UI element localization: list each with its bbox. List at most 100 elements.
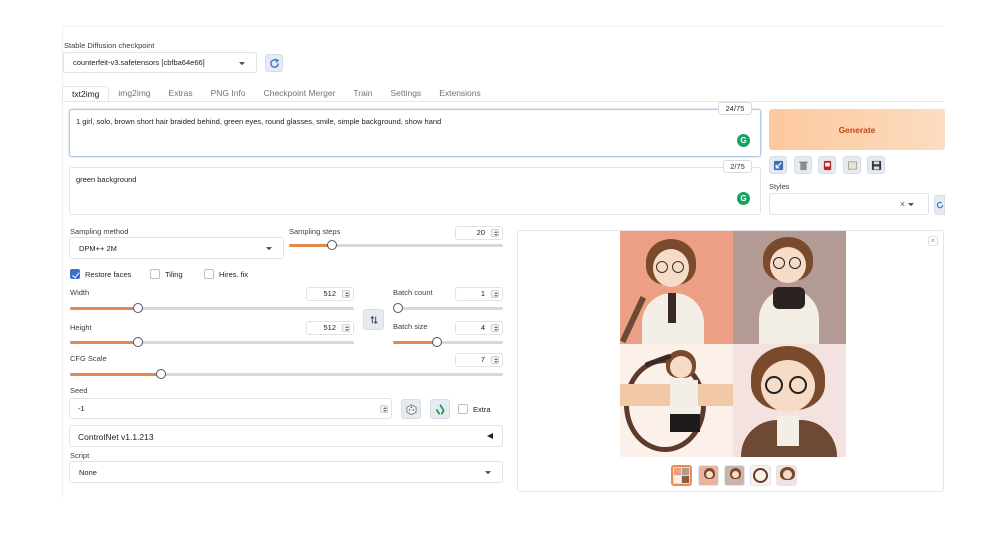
tab-png-info[interactable]: PNG Info [202,86,255,102]
tiling-label: Tiling [165,270,183,279]
sampling-steps-slider[interactable] [289,240,503,250]
close-icon[interactable]: × [928,236,938,246]
stepper-icon[interactable] [491,356,499,364]
grammarly-icon[interactable]: G [737,134,750,147]
stepper-icon[interactable] [342,290,350,298]
generated-image[interactable] [733,344,846,457]
restore-faces-checkbox[interactable] [70,269,80,279]
slider-fill [393,341,437,344]
gallery-thumbnail[interactable] [698,465,719,486]
checkpoint-value: counterfeit-v3.safetensors [cbfba64e66] [73,58,205,67]
save-icon [871,160,881,170]
gallery-thumbnail[interactable] [724,465,745,486]
sampling-method-select[interactable]: DPM++ 2M [69,237,284,259]
batch-size-input[interactable]: 4 [455,321,503,335]
styles-label: Styles [769,182,790,191]
seed-value: -1 [78,404,85,413]
reuse-seed-button[interactable] [430,399,450,419]
batch-count-value: 1 [480,289,485,298]
sampling-steps-label: Sampling steps [289,227,341,236]
refresh-checkpoint-button[interactable] [265,54,283,72]
sampling-method-value: DPM++ 2M [79,243,117,253]
generated-image[interactable] [620,344,733,457]
refresh-icon [936,201,943,209]
script-label: Script [70,451,90,460]
slider-fill [70,341,139,344]
dice-icon [406,404,416,415]
seed-label: Seed [70,386,88,395]
height-input[interactable]: 512 [306,321,354,335]
output-gallery: × [517,230,944,492]
stepper-icon[interactable] [491,324,499,332]
slider-thumb[interactable] [432,337,442,347]
clear-icon[interactable]: × [900,199,905,209]
gallery-thumbnail-grid[interactable] [671,465,692,486]
gallery-thumbnail[interactable] [776,465,797,486]
sampling-method-label: Sampling method [70,227,129,236]
tiling-checkbox[interactable] [150,269,160,279]
random-seed-button[interactable] [401,399,421,419]
stepper-icon[interactable] [342,324,350,332]
generated-image[interactable] [620,231,733,344]
script-select[interactable]: None [69,461,503,483]
apply-style-button[interactable] [843,156,861,174]
controlnet-accordion[interactable]: ControlNet v1.1.213 [69,425,503,447]
negative-prompt-input[interactable]: green background [69,167,761,215]
tab-settings[interactable]: Settings [381,86,430,102]
batch-count-input[interactable]: 1 [455,287,503,301]
refresh-styles-button[interactable] [934,195,945,215]
width-input[interactable]: 512 [306,287,354,301]
slider-thumb[interactable] [155,369,166,379]
batch-size-value: 4 [480,323,485,332]
tab-divider [62,101,944,102]
prompt-token-counter: 24/75 [718,102,752,115]
swap-dimensions-button[interactable] [363,309,384,330]
collapse-arrow-icon[interactable] [487,433,493,439]
tab-extensions[interactable]: Extensions [430,86,490,102]
checkpoint-select[interactable]: counterfeit-v3.safetensors [cbfba64e66] [63,52,257,73]
read-params-button[interactable] [769,156,787,174]
cfg-scale-input[interactable]: 7 [455,353,503,367]
sampling-steps-input[interactable]: 20 [455,226,503,240]
hires-fix-label: Hires. fix [219,270,249,279]
batch-size-slider[interactable] [393,337,503,347]
cfg-scale-slider[interactable] [70,369,503,379]
arrow-down-left-icon [773,160,783,170]
extra-networks-button[interactable] [818,156,836,174]
generate-button[interactable]: Generate [769,109,945,150]
extra-seed-checkbox[interactable] [458,404,468,414]
trash-icon [798,161,808,170]
slider-fill [289,244,332,247]
width-slider[interactable] [70,303,354,313]
save-style-button[interactable] [867,156,885,174]
hires-fix-checkbox[interactable] [204,269,214,279]
height-slider[interactable] [70,337,354,347]
tab-txt2img[interactable]: txt2img [62,86,110,102]
tab-checkpoint-merger[interactable]: Checkpoint Merger [255,86,345,102]
styles-select[interactable]: × [769,193,929,215]
tab-img2img[interactable]: img2img [109,86,159,102]
restore-faces-label: Restore faces [85,270,132,279]
batch-size-label: Batch size [393,322,428,331]
stepper-icon[interactable] [491,290,499,298]
slider-thumb[interactable] [326,240,337,250]
grammarly-icon[interactable]: G [737,192,750,205]
slider-thumb[interactable] [393,303,403,313]
tab-bar: txt2img img2img Extras PNG Info Checkpoi… [62,86,490,102]
height-value: 512 [323,323,336,332]
tab-train[interactable]: Train [344,86,381,102]
tab-extras[interactable]: Extras [160,86,202,102]
generated-image[interactable] [733,231,846,344]
gallery-thumbnail[interactable] [750,465,771,486]
image-grid[interactable] [620,231,846,457]
slider-fill [70,307,139,310]
chevron-down-icon [266,247,272,251]
clear-prompt-button[interactable] [794,156,812,174]
stepper-icon[interactable] [491,229,499,237]
seed-input[interactable]: -1 [69,398,392,419]
extra-seed-label: Extra [473,405,491,414]
stepper-icon[interactable] [380,405,388,413]
prompt-input[interactable]: 1 girl, solo, brown short hair braided b… [69,109,761,157]
height-label: Height [70,323,92,332]
batch-count-slider[interactable] [393,303,503,313]
